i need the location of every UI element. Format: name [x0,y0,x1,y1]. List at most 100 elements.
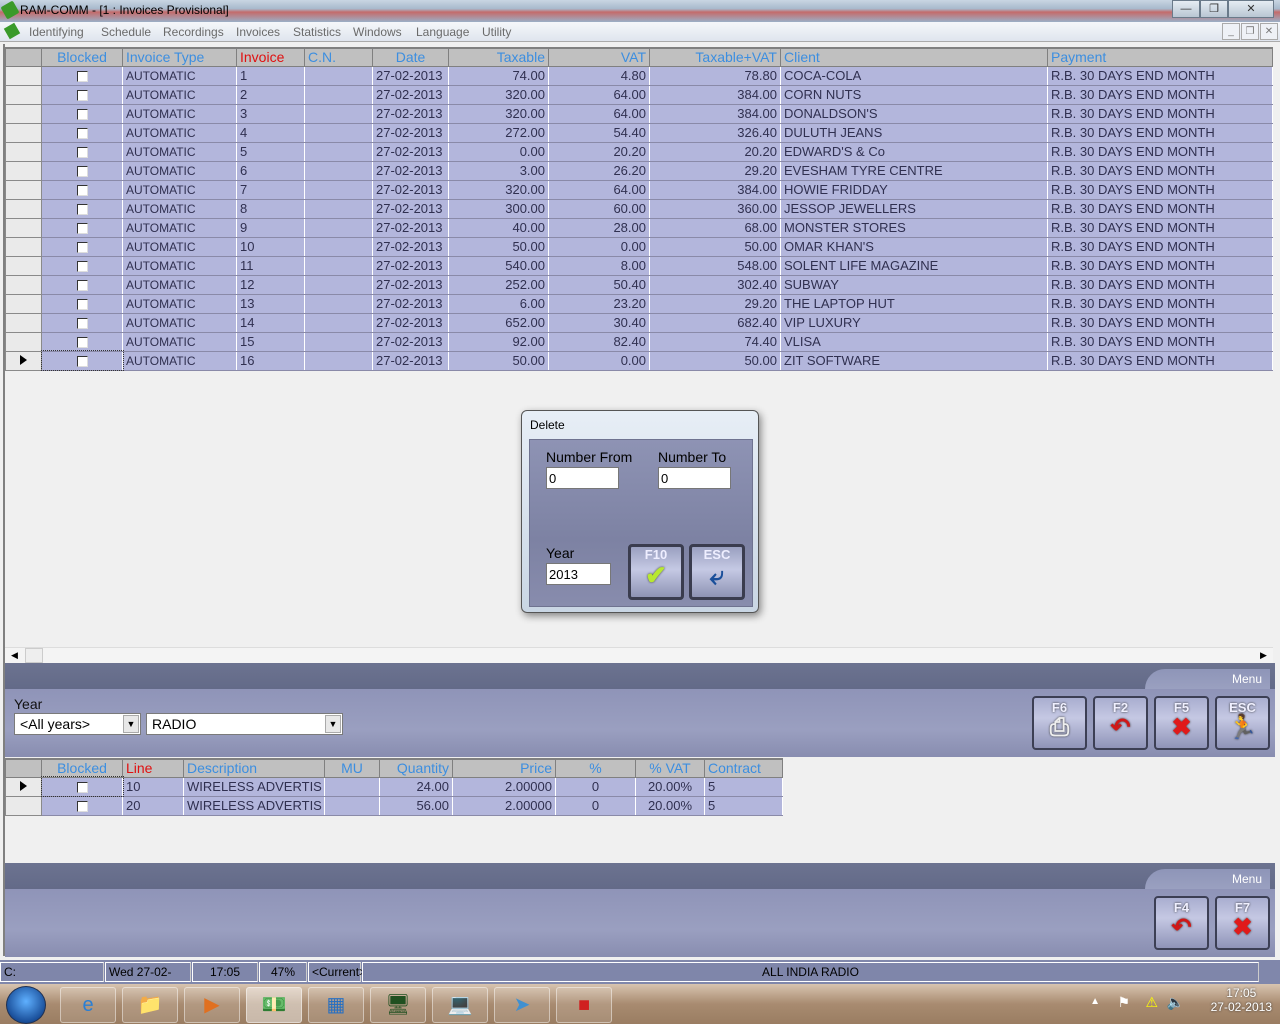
unit-of-measure[interactable] [324,776,380,797]
payment-terms[interactable]: R.B. 30 DAYS END MONTH [1047,141,1273,162]
row-selector[interactable] [5,65,42,86]
client-name[interactable]: EVESHAM TYRE CENTRE [780,160,1048,181]
scroll-right-arrow-icon[interactable]: ▶ [1256,648,1271,663]
lower-menu-tab[interactable]: Menu [1145,869,1270,889]
row-selector[interactable] [5,795,42,816]
taxable-amount[interactable]: 272.00 [448,122,549,143]
invoice-number[interactable]: 7 [236,179,305,200]
col-blocked[interactable]: Blocked [41,47,123,67]
client-name[interactable]: VLISA [780,331,1048,352]
row-selector[interactable] [5,293,42,314]
invoice-type[interactable]: AUTOMATIC [122,198,237,219]
taskbar-media-player-icon[interactable]: ▶ [184,987,240,1023]
invoice-row[interactable]: AUTOMATIC 6 27-02-2013 3.00 26.20 29.20 EVESHA… [5,160,1273,181]
col-description[interactable]: Description [183,758,325,778]
col-contract[interactable]: Contract [704,758,783,778]
contract[interactable]: 5 [704,776,783,797]
vat-percent[interactable]: 20.00% [635,776,705,797]
price[interactable]: 2.00000 [452,776,556,797]
payment-terms[interactable]: R.B. 30 DAYS END MONTH [1047,350,1273,371]
credit-note[interactable] [304,198,373,219]
invoice-row[interactable]: AUTOMATIC 3 27-02-2013 320.00 64.00 384.00 DON… [5,103,1273,124]
invoice-number[interactable]: 10 [236,236,305,257]
line-row[interactable]: 20 WIRELESS ADVERTIS 56.00 2.00000 0 20.00% 5 [5,795,783,816]
invoice-date[interactable]: 27-02-2013 [372,103,449,124]
discount-percent[interactable]: 0 [555,776,636,797]
invoice-date[interactable]: 27-02-2013 [372,198,449,219]
total-amount[interactable]: 29.20 [649,293,781,314]
row-selector[interactable] [5,141,42,162]
checkbox[interactable] [76,223,88,235]
payment-terms[interactable]: R.B. 30 DAYS END MONTH [1047,331,1273,352]
col-vat[interactable]: VAT [548,47,650,67]
total-amount[interactable]: 384.00 [649,179,781,200]
tray-clock[interactable]: 17:05 27-02-2013 [1211,986,1272,1014]
client-name[interactable]: OMAR KHAN'S [780,236,1048,257]
taxable-amount[interactable]: 6.00 [448,293,549,314]
taxable-amount[interactable]: 540.00 [448,255,549,276]
vat-amount[interactable]: 60.00 [548,198,650,219]
blocked-checkbox[interactable] [41,293,123,314]
col-price[interactable]: Price [452,758,556,778]
minimize-button[interactable]: — [1172,0,1200,18]
payment-terms[interactable]: R.B. 30 DAYS END MONTH [1047,198,1273,219]
invoice-row[interactable]: AUTOMATIC 2 27-02-2013 320.00 64.00 384.00 COR… [5,84,1273,105]
scroll-thumb[interactable] [25,648,43,663]
blocked-checkbox[interactable] [41,103,123,124]
line-description[interactable]: WIRELESS ADVERTIS [183,795,325,816]
credit-note[interactable] [304,217,373,238]
col-invoice-type[interactable]: Invoice Type [122,47,237,67]
row-selector[interactable] [5,84,42,105]
credit-note[interactable] [304,84,373,105]
vat-amount[interactable]: 64.00 [548,179,650,200]
blocked-checkbox[interactable] [41,217,123,238]
total-amount[interactable]: 74.40 [649,331,781,352]
col-invoice[interactable]: Invoice [236,47,305,67]
client-name[interactable]: THE LAPTOP HUT [780,293,1048,314]
blocked-checkbox[interactable] [41,255,123,276]
blocked-checkbox[interactable] [41,179,123,200]
invoice-row[interactable]: AUTOMATIC 5 27-02-2013 0.00 20.20 20.20 EDWARD… [5,141,1273,162]
invoice-date[interactable]: 27-02-2013 [372,65,449,86]
row-selector[interactable] [5,179,42,200]
volume-icon[interactable]: 🔈 [1167,994,1184,1011]
row-selector[interactable] [5,103,42,124]
quantity[interactable]: 56.00 [379,795,453,816]
exit-button[interactable]: ESC 🏃 [1215,696,1270,750]
delete-line-button[interactable]: F7 ✖ [1215,896,1270,950]
payment-terms[interactable]: R.B. 30 DAYS END MONTH [1047,160,1273,181]
total-amount[interactable]: 326.40 [649,122,781,143]
client-name[interactable]: JESSOP JEWELLERS [780,198,1048,219]
invoice-type[interactable]: AUTOMATIC [122,160,237,181]
app-menu-icon[interactable] [3,22,21,40]
total-amount[interactable]: 360.00 [649,198,781,219]
taxable-amount[interactable]: 74.00 [448,65,549,86]
mdi-minimize-button[interactable]: _ [1222,23,1240,40]
invoice-number[interactable]: 8 [236,198,305,219]
total-amount[interactable]: 384.00 [649,84,781,105]
row-selector[interactable] [5,255,42,276]
close-button[interactable]: ✕ [1228,0,1274,18]
credit-note[interactable] [304,293,373,314]
start-button[interactable] [6,986,46,1024]
payment-terms[interactable]: R.B. 30 DAYS END MONTH [1047,255,1273,276]
vat-percent[interactable]: 20.00% [635,795,705,816]
invoices-horizontal-scrollbar[interactable]: ◀ ▶ [5,647,1273,663]
client-name[interactable]: HOWIE FRIDDAY [780,179,1048,200]
invoice-type[interactable]: AUTOMATIC [122,274,237,295]
invoice-number[interactable]: 12 [236,274,305,295]
taxable-amount[interactable]: 320.00 [448,103,549,124]
invoice-date[interactable]: 27-02-2013 [372,312,449,333]
vat-amount[interactable]: 28.00 [548,217,650,238]
taskbar-internet-explorer-icon[interactable]: e [60,987,116,1023]
vat-amount[interactable]: 23.20 [548,293,650,314]
taskbar-control-panel-icon[interactable]: ▦ [308,987,364,1023]
payment-terms[interactable]: R.B. 30 DAYS END MONTH [1047,217,1273,238]
total-amount[interactable]: 29.20 [649,160,781,181]
blocked-checkbox[interactable] [41,160,123,181]
checkbox[interactable] [76,204,88,216]
invoice-row[interactable]: AUTOMATIC 14 27-02-2013 652.00 30.40 682.40 VI… [5,312,1273,333]
col-client[interactable]: Client [780,47,1048,67]
checkbox[interactable] [76,128,88,140]
year-filter-select[interactable]: <All years> ▼ [14,713,141,735]
